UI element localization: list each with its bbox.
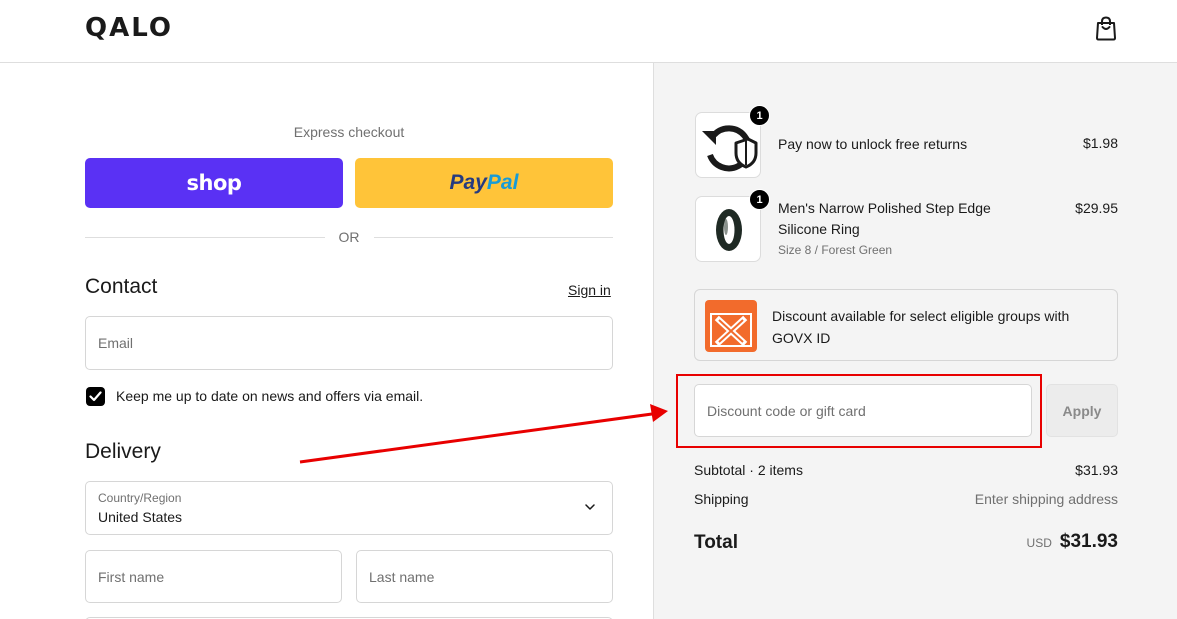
paypal-label-pay: Pay bbox=[449, 171, 487, 194]
country-label: Country/Region bbox=[98, 491, 182, 505]
email-input[interactable] bbox=[86, 317, 612, 369]
email-field[interactable] bbox=[85, 316, 613, 370]
shop-pay-label: shop bbox=[186, 171, 242, 195]
currency-code: USD bbox=[1026, 536, 1052, 550]
newsletter-checkbox[interactable] bbox=[86, 387, 105, 406]
item-name: Men's Narrow Polished Step Edge Silicone… bbox=[778, 200, 991, 237]
shop-pay-button[interactable]: shop bbox=[85, 158, 343, 208]
or-divider: OR bbox=[85, 228, 613, 246]
total-value: $31.93 bbox=[1059, 531, 1118, 552]
or-text: OR bbox=[338, 229, 360, 245]
chevron-down-icon bbox=[585, 504, 595, 510]
paypal-button[interactable]: Pay Pal bbox=[355, 158, 613, 208]
item-price: $29.95 bbox=[1075, 200, 1118, 216]
express-checkout-label: Express checkout bbox=[293, 124, 405, 140]
paypal-label-pal: Pal bbox=[486, 171, 519, 194]
sign-in-link[interactable]: Sign in bbox=[568, 282, 611, 298]
contact-heading: Contact bbox=[85, 275, 158, 298]
first-name-field[interactable] bbox=[85, 550, 342, 603]
last-name-field[interactable] bbox=[356, 550, 613, 603]
checkmark-icon bbox=[89, 391, 102, 402]
last-name-input[interactable] bbox=[357, 551, 612, 602]
first-name-input[interactable] bbox=[86, 551, 341, 602]
site-header: QALO bbox=[0, 0, 1177, 63]
quantity-badge: 1 bbox=[749, 189, 770, 210]
country-value: United States bbox=[98, 509, 183, 525]
annotation-highlight-box bbox=[676, 374, 1042, 448]
shipping-value: Enter shipping address bbox=[974, 491, 1118, 507]
item-variant: Size 8 / Forest Green bbox=[778, 243, 893, 257]
quantity-badge: 1 bbox=[749, 105, 770, 126]
shopping-bag-icon[interactable] bbox=[1094, 15, 1118, 41]
item-name: Pay now to unlock free returns bbox=[778, 136, 968, 152]
delivery-heading: Delivery bbox=[85, 440, 161, 463]
govx-logo bbox=[705, 300, 757, 352]
ring-product-thumbnail: 1 bbox=[695, 189, 770, 262]
govx-text: Discount available for select eligible g… bbox=[772, 308, 1070, 346]
apply-discount-button[interactable]: Apply bbox=[1046, 384, 1118, 437]
newsletter-label: Keep me up to date on news and offers vi… bbox=[116, 388, 424, 404]
subtotal-value: $31.93 bbox=[1075, 462, 1118, 478]
subtotal-label: Subtotal · 2 items bbox=[694, 462, 803, 478]
qalo-logo[interactable]: QALO bbox=[85, 13, 173, 43]
total-label: Total bbox=[694, 532, 738, 553]
country-select[interactable]: Country/Region United States bbox=[85, 481, 613, 535]
govx-discount-banner[interactable]: Discount available for select eligible g… bbox=[694, 289, 1118, 361]
returns-product-thumbnail: 1 bbox=[695, 105, 770, 178]
shipping-label: Shipping bbox=[694, 491, 749, 507]
item-price: $1.98 bbox=[1082, 135, 1118, 151]
total-amount: USD $31.93 bbox=[1027, 531, 1118, 553]
